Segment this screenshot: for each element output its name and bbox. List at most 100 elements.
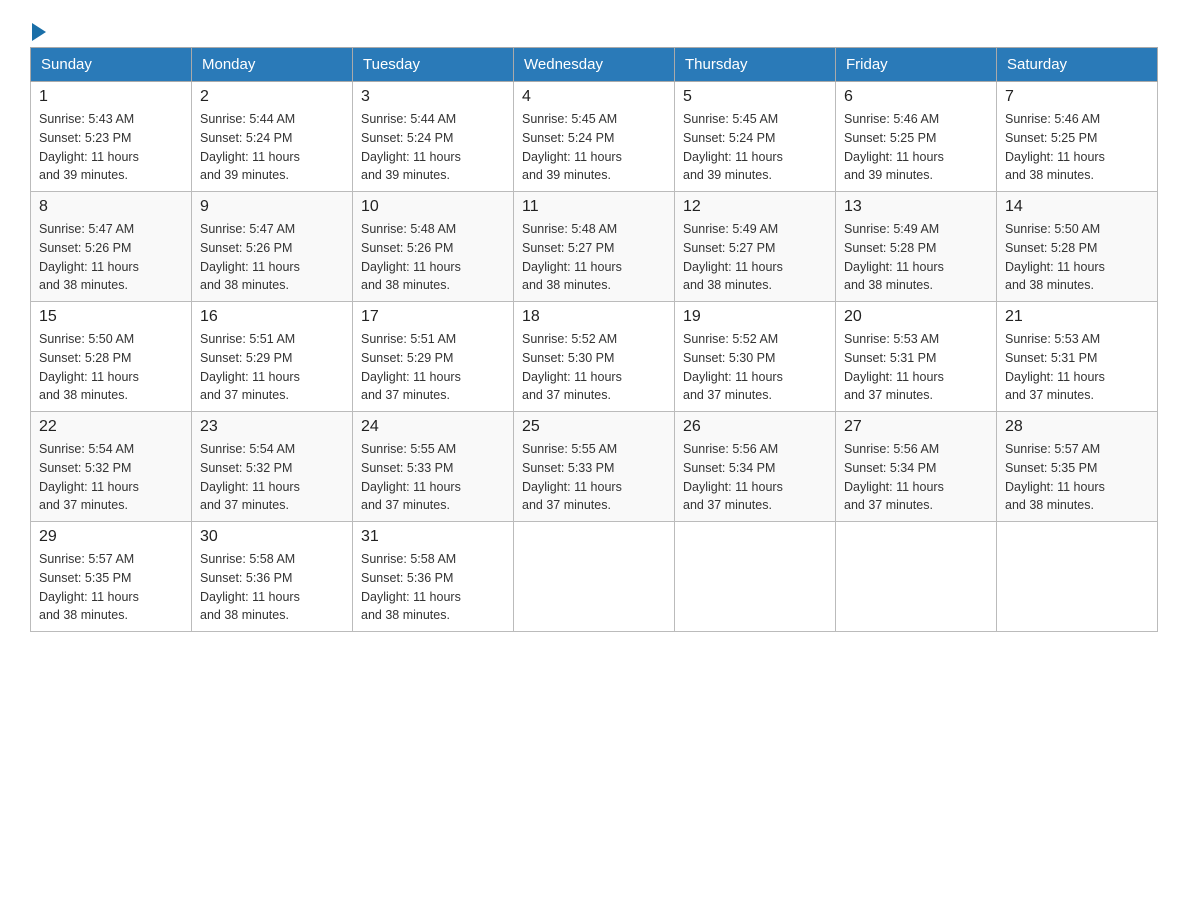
calendar-cell [675, 522, 836, 632]
calendar-cell: 14 Sunrise: 5:50 AM Sunset: 5:28 PM Dayl… [997, 192, 1158, 302]
calendar-cell: 28 Sunrise: 5:57 AM Sunset: 5:35 PM Dayl… [997, 412, 1158, 522]
calendar-cell [514, 522, 675, 632]
day-info: Sunrise: 5:50 AM Sunset: 5:28 PM Dayligh… [39, 330, 183, 405]
day-number: 4 [522, 88, 666, 106]
day-number: 29 [39, 528, 183, 546]
day-number: 7 [1005, 88, 1149, 106]
day-number: 8 [39, 198, 183, 216]
day-header-saturday: Saturday [997, 48, 1158, 82]
day-info: Sunrise: 5:47 AM Sunset: 5:26 PM Dayligh… [200, 220, 344, 295]
day-header-sunday: Sunday [31, 48, 192, 82]
day-number: 20 [844, 308, 988, 326]
calendar-cell: 20 Sunrise: 5:53 AM Sunset: 5:31 PM Dayl… [836, 302, 997, 412]
day-number: 26 [683, 418, 827, 436]
day-number: 5 [683, 88, 827, 106]
calendar-cell [836, 522, 997, 632]
calendar-cell: 24 Sunrise: 5:55 AM Sunset: 5:33 PM Dayl… [353, 412, 514, 522]
day-info: Sunrise: 5:46 AM Sunset: 5:25 PM Dayligh… [1005, 110, 1149, 185]
calendar-week-row: 1 Sunrise: 5:43 AM Sunset: 5:23 PM Dayli… [31, 82, 1158, 192]
day-number: 27 [844, 418, 988, 436]
day-info: Sunrise: 5:52 AM Sunset: 5:30 PM Dayligh… [522, 330, 666, 405]
day-info: Sunrise: 5:53 AM Sunset: 5:31 PM Dayligh… [844, 330, 988, 405]
day-info: Sunrise: 5:51 AM Sunset: 5:29 PM Dayligh… [361, 330, 505, 405]
day-number: 3 [361, 88, 505, 106]
day-number: 23 [200, 418, 344, 436]
day-header-wednesday: Wednesday [514, 48, 675, 82]
day-info: Sunrise: 5:49 AM Sunset: 5:27 PM Dayligh… [683, 220, 827, 295]
calendar-cell: 13 Sunrise: 5:49 AM Sunset: 5:28 PM Dayl… [836, 192, 997, 302]
calendar-cell: 7 Sunrise: 5:46 AM Sunset: 5:25 PM Dayli… [997, 82, 1158, 192]
day-info: Sunrise: 5:46 AM Sunset: 5:25 PM Dayligh… [844, 110, 988, 185]
calendar-cell: 9 Sunrise: 5:47 AM Sunset: 5:26 PM Dayli… [192, 192, 353, 302]
day-number: 2 [200, 88, 344, 106]
calendar-cell: 26 Sunrise: 5:56 AM Sunset: 5:34 PM Dayl… [675, 412, 836, 522]
day-number: 19 [683, 308, 827, 326]
day-number: 25 [522, 418, 666, 436]
day-info: Sunrise: 5:48 AM Sunset: 5:26 PM Dayligh… [361, 220, 505, 295]
day-number: 21 [1005, 308, 1149, 326]
calendar-table: SundayMondayTuesdayWednesdayThursdayFrid… [30, 47, 1158, 632]
calendar-cell: 18 Sunrise: 5:52 AM Sunset: 5:30 PM Dayl… [514, 302, 675, 412]
day-header-friday: Friday [836, 48, 997, 82]
calendar-cell: 23 Sunrise: 5:54 AM Sunset: 5:32 PM Dayl… [192, 412, 353, 522]
calendar-week-row: 29 Sunrise: 5:57 AM Sunset: 5:35 PM Dayl… [31, 522, 1158, 632]
page-header [30, 20, 1158, 37]
day-header-monday: Monday [192, 48, 353, 82]
calendar-header-row: SundayMondayTuesdayWednesdayThursdayFrid… [31, 48, 1158, 82]
day-info: Sunrise: 5:45 AM Sunset: 5:24 PM Dayligh… [683, 110, 827, 185]
day-info: Sunrise: 5:47 AM Sunset: 5:26 PM Dayligh… [39, 220, 183, 295]
calendar-cell: 5 Sunrise: 5:45 AM Sunset: 5:24 PM Dayli… [675, 82, 836, 192]
day-number: 17 [361, 308, 505, 326]
day-number: 1 [39, 88, 183, 106]
day-number: 11 [522, 198, 666, 216]
day-info: Sunrise: 5:57 AM Sunset: 5:35 PM Dayligh… [1005, 440, 1149, 515]
calendar-cell: 22 Sunrise: 5:54 AM Sunset: 5:32 PM Dayl… [31, 412, 192, 522]
day-info: Sunrise: 5:50 AM Sunset: 5:28 PM Dayligh… [1005, 220, 1149, 295]
calendar-cell: 3 Sunrise: 5:44 AM Sunset: 5:24 PM Dayli… [353, 82, 514, 192]
day-info: Sunrise: 5:51 AM Sunset: 5:29 PM Dayligh… [200, 330, 344, 405]
calendar-cell: 16 Sunrise: 5:51 AM Sunset: 5:29 PM Dayl… [192, 302, 353, 412]
calendar-cell [997, 522, 1158, 632]
day-header-thursday: Thursday [675, 48, 836, 82]
day-info: Sunrise: 5:54 AM Sunset: 5:32 PM Dayligh… [200, 440, 344, 515]
day-number: 12 [683, 198, 827, 216]
day-number: 22 [39, 418, 183, 436]
day-number: 28 [1005, 418, 1149, 436]
calendar-cell: 8 Sunrise: 5:47 AM Sunset: 5:26 PM Dayli… [31, 192, 192, 302]
calendar-cell: 6 Sunrise: 5:46 AM Sunset: 5:25 PM Dayli… [836, 82, 997, 192]
day-info: Sunrise: 5:49 AM Sunset: 5:28 PM Dayligh… [844, 220, 988, 295]
day-number: 9 [200, 198, 344, 216]
calendar-cell: 17 Sunrise: 5:51 AM Sunset: 5:29 PM Dayl… [353, 302, 514, 412]
day-number: 16 [200, 308, 344, 326]
day-number: 24 [361, 418, 505, 436]
calendar-cell: 1 Sunrise: 5:43 AM Sunset: 5:23 PM Dayli… [31, 82, 192, 192]
day-number: 10 [361, 198, 505, 216]
day-number: 15 [39, 308, 183, 326]
day-info: Sunrise: 5:55 AM Sunset: 5:33 PM Dayligh… [361, 440, 505, 515]
day-info: Sunrise: 5:44 AM Sunset: 5:24 PM Dayligh… [200, 110, 344, 185]
day-info: Sunrise: 5:55 AM Sunset: 5:33 PM Dayligh… [522, 440, 666, 515]
day-number: 13 [844, 198, 988, 216]
calendar-cell: 15 Sunrise: 5:50 AM Sunset: 5:28 PM Dayl… [31, 302, 192, 412]
day-info: Sunrise: 5:57 AM Sunset: 5:35 PM Dayligh… [39, 550, 183, 625]
calendar-week-row: 15 Sunrise: 5:50 AM Sunset: 5:28 PM Dayl… [31, 302, 1158, 412]
calendar-cell: 2 Sunrise: 5:44 AM Sunset: 5:24 PM Dayli… [192, 82, 353, 192]
day-info: Sunrise: 5:58 AM Sunset: 5:36 PM Dayligh… [200, 550, 344, 625]
calendar-cell: 10 Sunrise: 5:48 AM Sunset: 5:26 PM Dayl… [353, 192, 514, 302]
logo-arrow-icon [32, 23, 46, 41]
day-info: Sunrise: 5:53 AM Sunset: 5:31 PM Dayligh… [1005, 330, 1149, 405]
calendar-week-row: 8 Sunrise: 5:47 AM Sunset: 5:26 PM Dayli… [31, 192, 1158, 302]
day-info: Sunrise: 5:54 AM Sunset: 5:32 PM Dayligh… [39, 440, 183, 515]
day-info: Sunrise: 5:56 AM Sunset: 5:34 PM Dayligh… [683, 440, 827, 515]
calendar-cell: 31 Sunrise: 5:58 AM Sunset: 5:36 PM Dayl… [353, 522, 514, 632]
day-info: Sunrise: 5:43 AM Sunset: 5:23 PM Dayligh… [39, 110, 183, 185]
day-info: Sunrise: 5:45 AM Sunset: 5:24 PM Dayligh… [522, 110, 666, 185]
day-info: Sunrise: 5:56 AM Sunset: 5:34 PM Dayligh… [844, 440, 988, 515]
day-number: 6 [844, 88, 988, 106]
logo [30, 25, 46, 37]
calendar-cell: 4 Sunrise: 5:45 AM Sunset: 5:24 PM Dayli… [514, 82, 675, 192]
day-info: Sunrise: 5:58 AM Sunset: 5:36 PM Dayligh… [361, 550, 505, 625]
calendar-cell: 29 Sunrise: 5:57 AM Sunset: 5:35 PM Dayl… [31, 522, 192, 632]
calendar-cell: 27 Sunrise: 5:56 AM Sunset: 5:34 PM Dayl… [836, 412, 997, 522]
day-number: 18 [522, 308, 666, 326]
